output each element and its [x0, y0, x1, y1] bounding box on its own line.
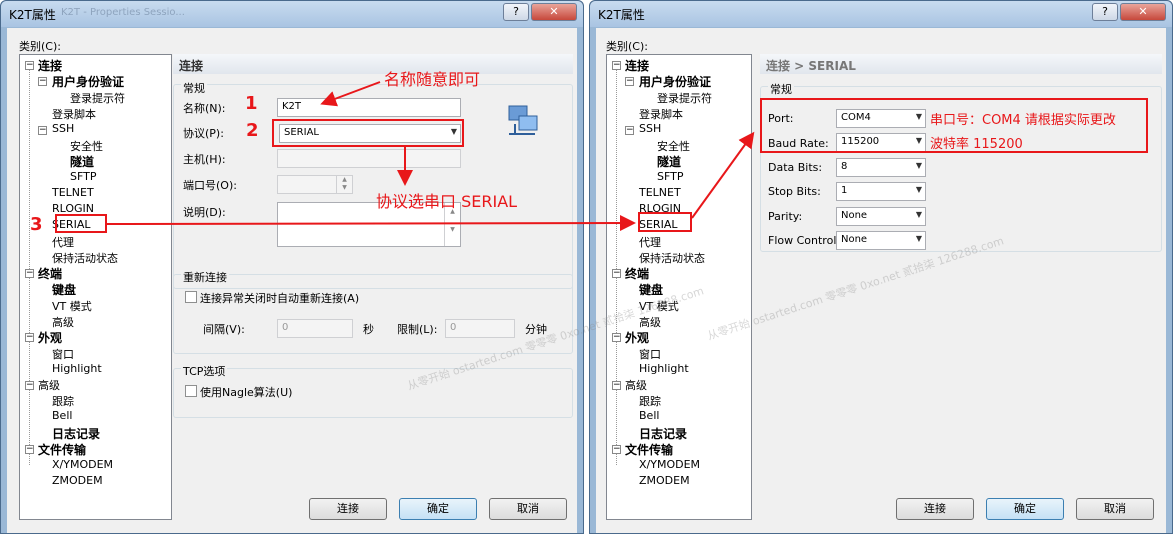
- arrow-to-name: [320, 81, 381, 107]
- arrow-serial-to-port: [691, 131, 755, 219]
- arrow-serial-to-serial: [106, 215, 636, 232]
- annotation-arrows: [106, 81, 755, 232]
